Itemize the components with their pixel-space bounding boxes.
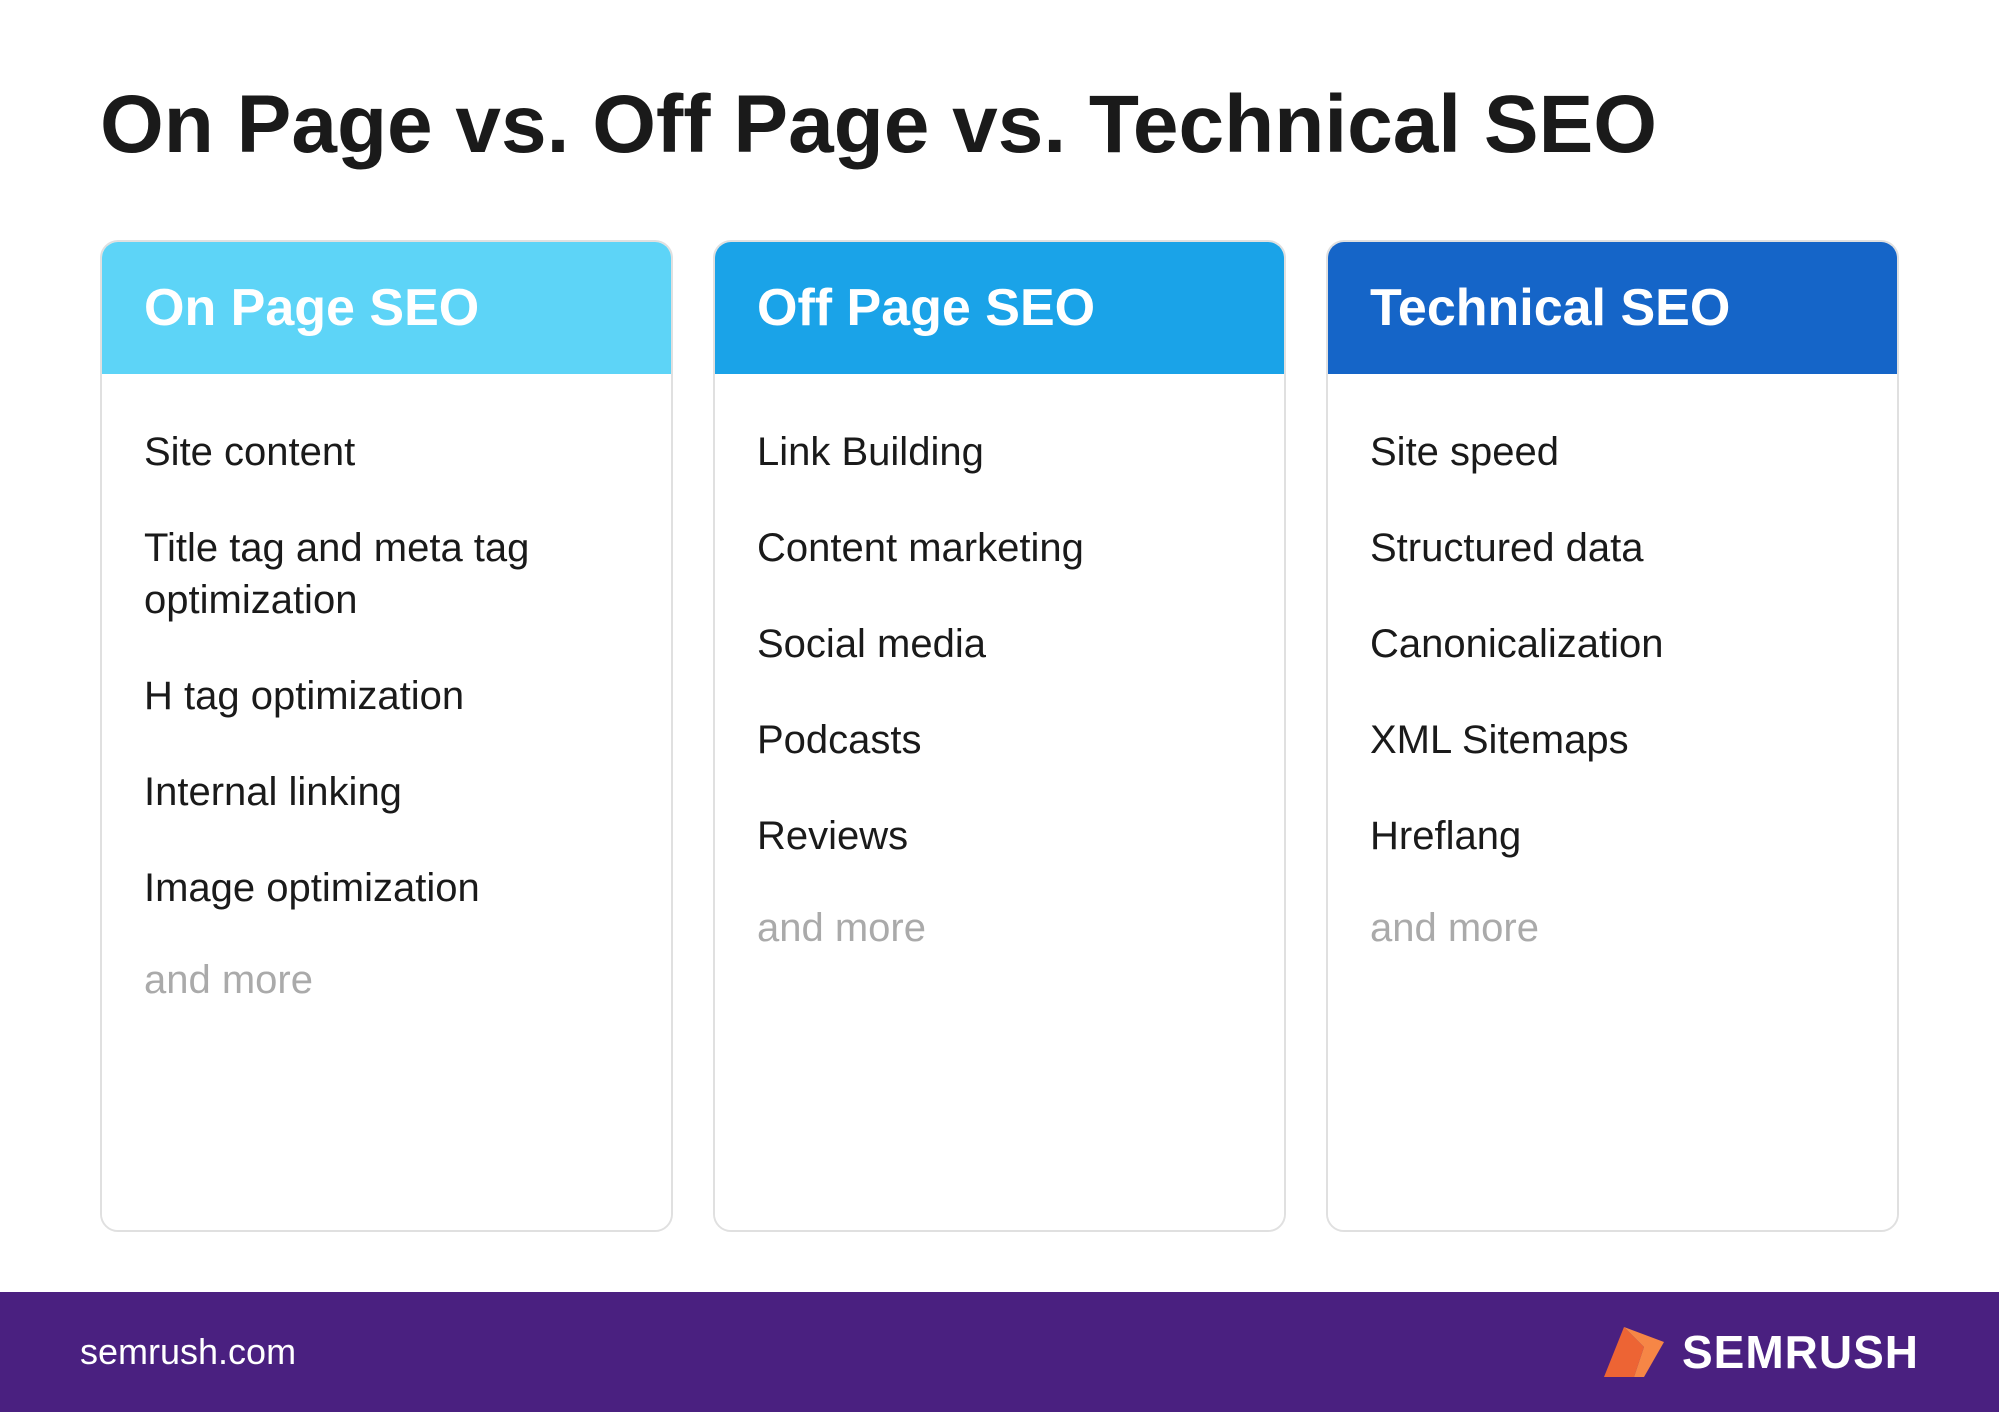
on-page-item-5: Image optimization [144, 840, 629, 936]
page-title: On Page vs. Off Page vs. Technical SEO [100, 80, 1899, 170]
on-page-item-2: Title tag and meta tag optimization [144, 500, 629, 648]
technical-item-4: XML Sitemaps [1370, 692, 1855, 788]
off-page-column: Off Page SEO Link Building Content marke… [713, 240, 1286, 1232]
technical-item-5: Hreflang [1370, 788, 1855, 884]
main-content: On Page vs. Off Page vs. Technical SEO O… [0, 0, 1999, 1292]
on-page-item-3: H tag optimization [144, 648, 629, 744]
on-page-title: On Page SEO [144, 279, 479, 337]
technical-and-more: and more [1370, 884, 1855, 976]
technical-title: Technical SEO [1370, 279, 1730, 337]
on-page-item-1: Site content [144, 404, 629, 500]
on-page-and-more: and more [144, 936, 629, 1028]
semrush-logo: SEMRUSH [1604, 1325, 1919, 1379]
on-page-header: On Page SEO [102, 242, 671, 374]
off-page-header: Off Page SEO [715, 242, 1284, 374]
on-page-item-4: Internal linking [144, 744, 629, 840]
off-page-item-1: Link Building [757, 404, 1242, 500]
off-page-item-3: Social media [757, 596, 1242, 692]
columns-wrapper: On Page SEO Site content Title tag and m… [100, 240, 1899, 1232]
off-page-item-5: Reviews [757, 788, 1242, 884]
off-page-and-more: and more [757, 884, 1242, 976]
on-page-column: On Page SEO Site content Title tag and m… [100, 240, 673, 1232]
technical-item-1: Site speed [1370, 404, 1855, 500]
off-page-body: Link Building Content marketing Social m… [715, 374, 1284, 1230]
footer: semrush.com SEMRUSH [0, 1292, 1999, 1412]
technical-header: Technical SEO [1328, 242, 1897, 374]
technical-column: Technical SEO Site speed Structured data… [1326, 240, 1899, 1232]
semrush-brand-text: SEMRUSH [1682, 1325, 1919, 1379]
off-page-item-2: Content marketing [757, 500, 1242, 596]
technical-item-2: Structured data [1370, 500, 1855, 596]
technical-body: Site speed Structured data Canonicalizat… [1328, 374, 1897, 1230]
technical-item-3: Canonicalization [1370, 596, 1855, 692]
off-page-item-4: Podcasts [757, 692, 1242, 788]
footer-url: semrush.com [80, 1331, 296, 1373]
off-page-title: Off Page SEO [757, 279, 1095, 337]
on-page-body: Site content Title tag and meta tag opti… [102, 374, 671, 1230]
semrush-icon [1604, 1327, 1664, 1377]
